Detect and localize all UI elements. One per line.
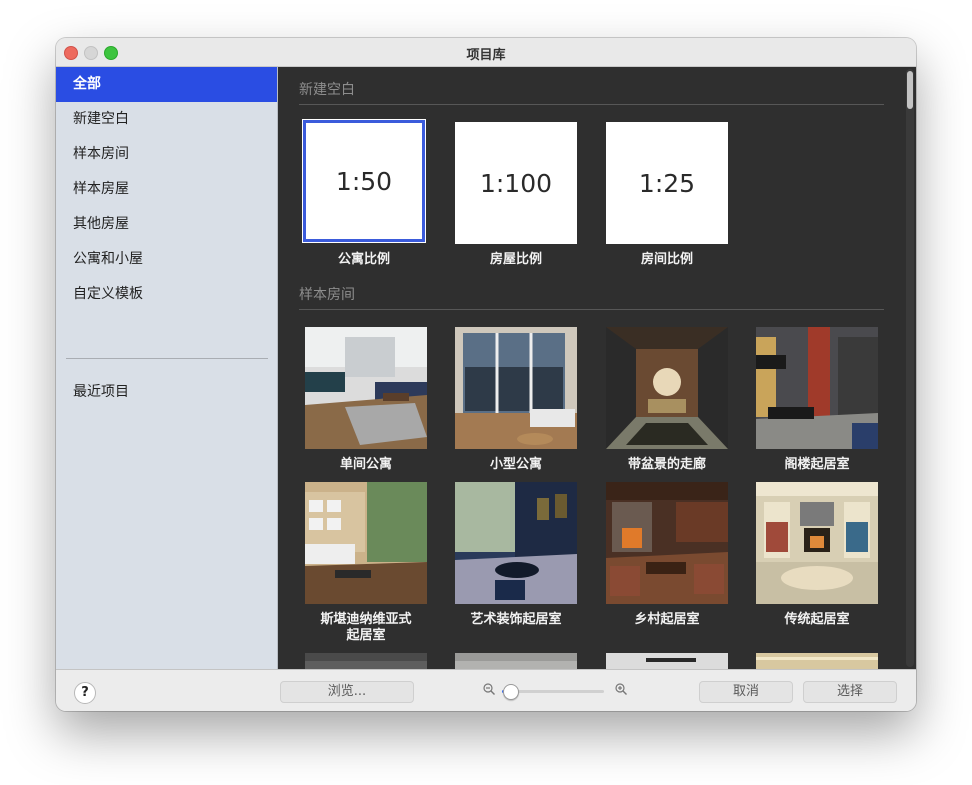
zoom-slider-knob[interactable]: [503, 684, 520, 700]
room-thumbnail-traditional-living[interactable]: [756, 482, 878, 604]
zoom-in-icon[interactable]: [615, 683, 627, 695]
category-sidebar: 全部 新建空白 样本房间 样本房屋 其他房屋 公寓和小屋 自定义模板 最近项目: [56, 67, 278, 669]
tile-label: 乡村起居室: [634, 612, 700, 627]
section-divider: [299, 104, 884, 105]
partial-room-image: [606, 653, 728, 669]
help-icon[interactable]: ?: [74, 682, 96, 704]
art-deco-living-image: [455, 482, 577, 604]
cancel-button[interactable]: 取消: [699, 681, 793, 703]
sidebar-item-all[interactable]: 全部: [56, 67, 277, 102]
room-thumbnail-rustic-living[interactable]: [606, 482, 728, 604]
room-thumbnail-partial[interactable]: [606, 653, 728, 669]
sidebar-divider: [66, 358, 268, 359]
scale-text: 1:25: [638, 168, 696, 198]
sidebar-item-sample-rooms[interactable]: 样本房间: [56, 137, 277, 172]
tile-label: 公寓比例: [337, 252, 390, 267]
tile-label: 传统起居室: [784, 612, 850, 627]
room-thumbnail-partial[interactable]: [756, 653, 878, 669]
tile-label: 艺术装饰起居室: [470, 612, 562, 627]
sidebar-item-recent-projects[interactable]: 最近项目: [56, 375, 277, 410]
traditional-living-image: [756, 482, 878, 604]
title-bar: 项目库: [56, 38, 916, 67]
sidebar-item-custom-templates[interactable]: 自定义模板: [56, 277, 277, 312]
sidebar-item-other-houses[interactable]: 其他房屋: [56, 207, 277, 242]
tile-label: 阁楼起居室: [784, 457, 850, 472]
zoom-out-icon[interactable]: [483, 683, 495, 695]
partial-room-image: [305, 653, 427, 669]
hallway-bonsai-image: [606, 327, 728, 449]
section-title-sample-rooms: 样本房间: [299, 287, 355, 303]
bottom-toolbar: ? 浏览... 取消 选择: [56, 669, 916, 711]
tile-label: 带盆景的走廊: [627, 457, 706, 472]
tile-label: 斯堪迪纳维亚式 起居室: [320, 612, 412, 643]
browse-button[interactable]: 浏览...: [280, 681, 414, 703]
sidebar-item-sample-houses[interactable]: 样本房屋: [56, 172, 277, 207]
scandinavian-living-image: [305, 482, 427, 604]
sidebar-item-apartments-cabins[interactable]: 公寓和小屋: [56, 242, 277, 277]
tile-label: 小型公寓: [489, 457, 542, 472]
project-library-window: 项目库 全部 新建空白 样本房间 样本房屋 其他房屋 公寓和小屋 自定义模板 最…: [56, 38, 916, 711]
sidebar-item-new-blank[interactable]: 新建空白: [56, 102, 277, 137]
room-thumbnail-hallway-bonsai[interactable]: [606, 327, 728, 449]
small-apartment-image: [455, 327, 577, 449]
tile-label: 房间比例: [640, 252, 693, 267]
room-thumbnail-loft-living[interactable]: [756, 327, 878, 449]
project-grid: 新建空白 1:50 公寓比例 1:100 房屋比例 1:25 房间比例 样本房间: [278, 67, 916, 669]
tile-label: 单间公寓: [339, 457, 392, 472]
loft-living-room-image: [756, 327, 878, 449]
scrollbar-thumb[interactable]: [907, 71, 913, 109]
section-title-new-blank: 新建空白: [299, 82, 355, 98]
room-thumbnail-scandinavian-living[interactable]: [305, 482, 427, 604]
choose-button[interactable]: 选择: [803, 681, 897, 703]
window-title: 项目库: [466, 48, 506, 63]
room-thumbnail-partial[interactable]: [455, 653, 577, 669]
blank-tile-1-25[interactable]: 1:25: [606, 122, 728, 244]
scale-text: 1:100: [479, 168, 553, 198]
studio-apartment-image: [305, 327, 427, 449]
room-thumbnail-art-deco-living[interactable]: [455, 482, 577, 604]
vertical-scrollbar[interactable]: [906, 69, 914, 667]
room-thumbnail-partial[interactable]: [305, 653, 427, 669]
section-divider: [299, 309, 884, 310]
partial-room-image: [756, 653, 878, 669]
partial-room-image: [455, 653, 577, 669]
rustic-living-image: [606, 482, 728, 604]
blank-tile-1-100[interactable]: 1:100: [455, 122, 577, 244]
blank-tile-1-50[interactable]: 1:50: [302, 119, 426, 243]
tile-label: 房屋比例: [489, 252, 542, 267]
room-thumbnail-studio[interactable]: [305, 327, 427, 449]
room-thumbnail-small-apartment[interactable]: [455, 327, 577, 449]
scale-text: 1:50: [335, 166, 393, 196]
